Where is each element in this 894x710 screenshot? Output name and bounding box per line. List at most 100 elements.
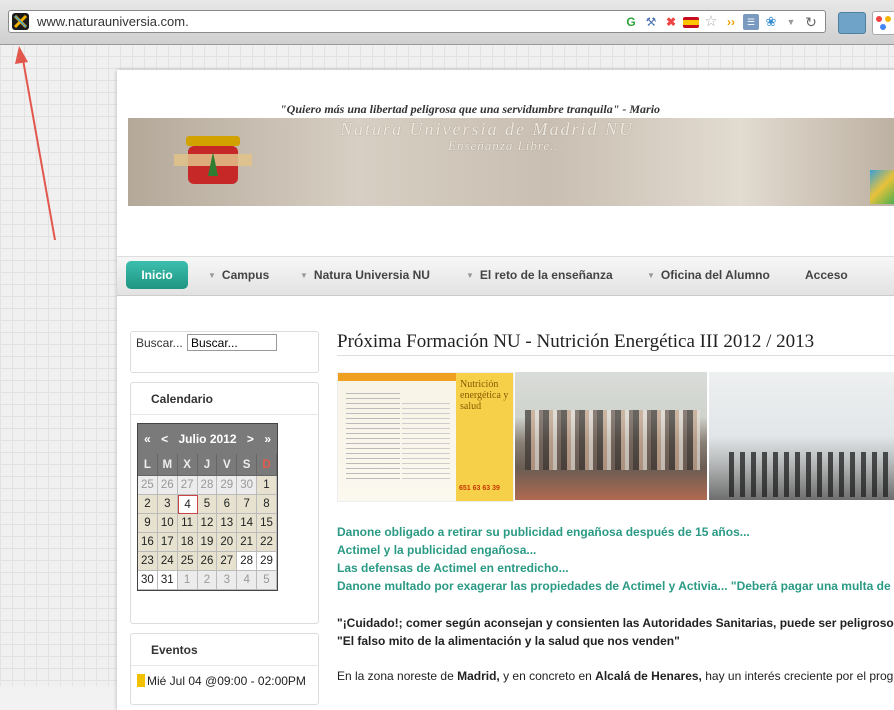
- calendar-day[interactable]: 31: [157, 571, 178, 590]
- nav-acceso[interactable]: Acceso: [805, 268, 848, 282]
- poster-text-lines: [402, 403, 450, 483]
- photo-chairs: [729, 452, 894, 497]
- news-links: Danone obligado a retirar su publicidad …: [337, 525, 891, 597]
- next-year-button[interactable]: »: [264, 432, 271, 446]
- calendar-day[interactable]: 18: [177, 533, 198, 552]
- para-bold-alcala: Alcalá de Henares,: [595, 669, 702, 683]
- calendar-day[interactable]: 28: [237, 552, 258, 571]
- article-title[interactable]: Próxima Formación NU - Nutrición Energét…: [337, 331, 814, 353]
- calendar-day[interactable]: 5: [257, 571, 277, 590]
- google-extension-icon[interactable]: [872, 11, 894, 35]
- refresh-green-icon[interactable]: G: [623, 14, 639, 30]
- calendar-day[interactable]: 7: [237, 495, 258, 514]
- calendar-day[interactable]: 12: [197, 514, 218, 533]
- calendar-day[interactable]: 5: [197, 495, 218, 514]
- nav-home[interactable]: Inicio: [126, 261, 188, 289]
- next-month-button[interactable]: >: [247, 432, 254, 446]
- news-link[interactable]: Las defensas de Actimel en entredicho...: [337, 561, 891, 579]
- calendar-day[interactable]: 9: [138, 514, 158, 533]
- nav-natura-universia[interactable]: ▼ Natura Universia NU: [300, 268, 430, 282]
- calendar-day[interactable]: 1: [177, 571, 198, 590]
- search-label: Buscar...: [136, 336, 183, 350]
- calendar-day[interactable]: 15: [257, 514, 277, 533]
- calendar-day[interactable]: 2: [138, 495, 158, 514]
- calendar-day[interactable]: 20: [217, 533, 238, 552]
- calendar-day[interactable]: 23: [138, 552, 158, 571]
- search-module: Buscar...: [130, 331, 319, 373]
- url-text[interactable]: www.naturauniversia.com.: [37, 14, 189, 29]
- calendar-day[interactable]: 8: [257, 495, 277, 514]
- calendar-day[interactable]: 29: [217, 476, 238, 495]
- calendar-day[interactable]: 4: [177, 495, 198, 514]
- nav-oficina-alumno[interactable]: ▼ Oficina del Alumno: [647, 268, 770, 282]
- classroom-photo-image[interactable]: [709, 372, 894, 500]
- coat-of-arms-icon: [174, 136, 252, 184]
- reload-icon[interactable]: ↻: [803, 14, 819, 30]
- news-link[interactable]: Danone multado por exagerar las propieda…: [337, 579, 891, 597]
- calendar-day[interactable]: 26: [197, 552, 218, 571]
- poster-text-lines: [346, 393, 400, 483]
- weekday-label: V: [217, 454, 238, 476]
- calendar-day[interactable]: 22: [257, 533, 277, 552]
- calendar-day[interactable]: 29: [257, 552, 277, 571]
- calendar-day[interactable]: 26: [157, 476, 178, 495]
- wrench-icon[interactable]: ⚒: [643, 14, 659, 30]
- prev-month-button[interactable]: <: [161, 432, 168, 446]
- star-icon[interactable]: ☆: [703, 14, 719, 30]
- news-link[interactable]: Danone obligado a retirar su publicidad …: [337, 525, 891, 543]
- course-poster-image[interactable]: Nutrición energética y salud 651 63 63 3…: [337, 372, 514, 502]
- calendar-day[interactable]: 13: [217, 514, 238, 533]
- nav-label: Acceso: [805, 268, 848, 282]
- site-banner[interactable]: Natura Universia de Madrid NU Enseñanza …: [128, 118, 894, 206]
- banner-decoration: [870, 170, 894, 204]
- para-text: y en concreto en: [499, 669, 596, 683]
- para-text: En la zona noreste de: [337, 669, 458, 683]
- calendar-day[interactable]: 21: [237, 533, 258, 552]
- group-photo-image[interactable]: [515, 372, 707, 500]
- calendar-week: 23 24 25 26 27 28 29: [138, 552, 277, 571]
- nav-reto-ensenanza[interactable]: ▼ El reto de la enseñanza: [466, 268, 613, 282]
- calendar-day[interactable]: 30: [138, 571, 158, 590]
- nav-label: Campus: [221, 268, 270, 282]
- poster-right-page: Nutrición energética y salud 651 63 63 3…: [456, 373, 513, 501]
- calendar-day[interactable]: 14: [237, 514, 258, 533]
- calendar-day[interactable]: 3: [217, 571, 238, 590]
- chevron-icon[interactable]: ››: [723, 14, 739, 30]
- calendar-day[interactable]: 19: [197, 533, 218, 552]
- calendar-day[interactable]: 11: [177, 514, 198, 533]
- calendar-day[interactable]: 10: [157, 514, 178, 533]
- calendar-day[interactable]: 30: [237, 476, 258, 495]
- poster-phone: 651 63 63 39: [459, 485, 500, 492]
- calendar-day[interactable]: 3: [157, 495, 178, 514]
- calendar-day[interactable]: 27: [177, 476, 198, 495]
- events-title: Eventos: [151, 643, 198, 657]
- calendar-day[interactable]: 16: [138, 533, 158, 552]
- extension-photo-icon[interactable]: [838, 12, 866, 34]
- calendar-day[interactable]: 24: [157, 552, 178, 571]
- joomla-icon[interactable]: ✖: [663, 14, 679, 30]
- dropdown-icon[interactable]: ▼: [783, 14, 799, 30]
- calendar-day[interactable]: 6: [217, 495, 238, 514]
- nav-campus[interactable]: ▼ Campus: [208, 268, 269, 282]
- calendar-day[interactable]: 25: [177, 552, 198, 571]
- twitter-icon[interactable]: ❀: [763, 14, 779, 30]
- calendar-day[interactable]: 25: [138, 476, 158, 495]
- calendar-week: 25 26 27 28 29 30 1: [138, 476, 277, 495]
- address-bar[interactable]: www.naturauniversia.com. G ⚒ ✖ ☆ ›› ☰ ❀ …: [8, 10, 826, 33]
- intro-paragraph: En la zona noreste de Madrid, y en concr…: [337, 669, 893, 683]
- calendar-day[interactable]: 2: [197, 571, 218, 590]
- search-input[interactable]: [187, 334, 277, 351]
- news-link[interactable]: Actimel y la publicidad engañosa...: [337, 543, 891, 561]
- poster-left-page: [338, 373, 456, 501]
- calendar-days: 25 26 27 28 29 30 1 2 3 4 5 6 7 8 9 10 11 12 13 14 15 16 17 18 1…: [138, 476, 277, 590]
- calendar-week: 9 10 11 12 13 14 15: [138, 514, 277, 533]
- calendar-day[interactable]: 1: [257, 476, 277, 495]
- prev-year-button[interactable]: «: [144, 432, 151, 446]
- annotation-arrow: [15, 46, 56, 241]
- rss-icon[interactable]: ☰: [743, 14, 759, 30]
- calendar-day[interactable]: 4: [237, 571, 258, 590]
- calendar-day[interactable]: 17: [157, 533, 178, 552]
- calendar-day[interactable]: 27: [217, 552, 238, 571]
- calendar-day[interactable]: 28: [197, 476, 218, 495]
- spanish-flag-icon[interactable]: [683, 16, 699, 28]
